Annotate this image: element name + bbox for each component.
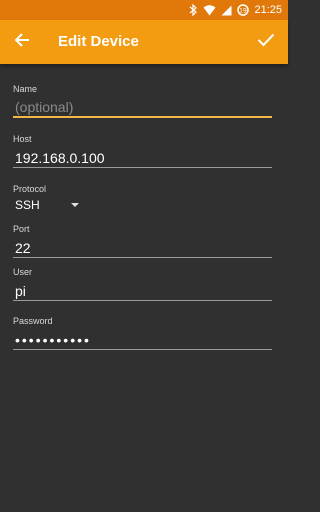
protocol-label: Protocol: [13, 184, 47, 194]
protocol-field: Protocol SSH: [13, 184, 272, 218]
user-label: User: [13, 267, 33, 277]
check-icon: [257, 33, 275, 52]
name-field: Name: [13, 80, 272, 120]
password-label: Password: [13, 316, 53, 326]
name-label: Name: [13, 84, 38, 94]
password-field: Password: [13, 316, 272, 350]
signal-icon: [221, 5, 232, 16]
name-input[interactable]: [13, 98, 272, 118]
status-bar: 19 21:25: [0, 0, 288, 20]
password-input[interactable]: [13, 330, 272, 350]
bluetooth-icon: [189, 4, 198, 16]
protocol-value: SSH: [15, 198, 40, 212]
host-field: Host: [13, 134, 272, 172]
port-field: Port: [13, 224, 272, 258]
toolbar: Edit Device: [0, 20, 288, 64]
page-title: Edit Device: [58, 33, 139, 50]
port-input[interactable]: [13, 238, 272, 258]
back-button[interactable]: [8, 28, 36, 56]
device-form: Name Host Protocol SSH Port User Passwor…: [13, 80, 272, 350]
user-input[interactable]: [13, 281, 272, 301]
dropdown-arrow-icon: [71, 203, 79, 207]
host-input[interactable]: [13, 148, 272, 168]
arrow-back-icon: [14, 32, 30, 53]
host-label: Host: [13, 134, 32, 144]
status-time: 21:25: [254, 4, 282, 16]
protocol-select[interactable]: SSH: [13, 194, 272, 216]
svg-text:19: 19: [240, 8, 248, 15]
save-button[interactable]: [252, 28, 280, 56]
battery-saver-icon: 19: [237, 4, 250, 16]
port-label: Port: [13, 224, 30, 234]
wifi-icon: [203, 4, 216, 16]
user-field: User: [13, 267, 272, 301]
